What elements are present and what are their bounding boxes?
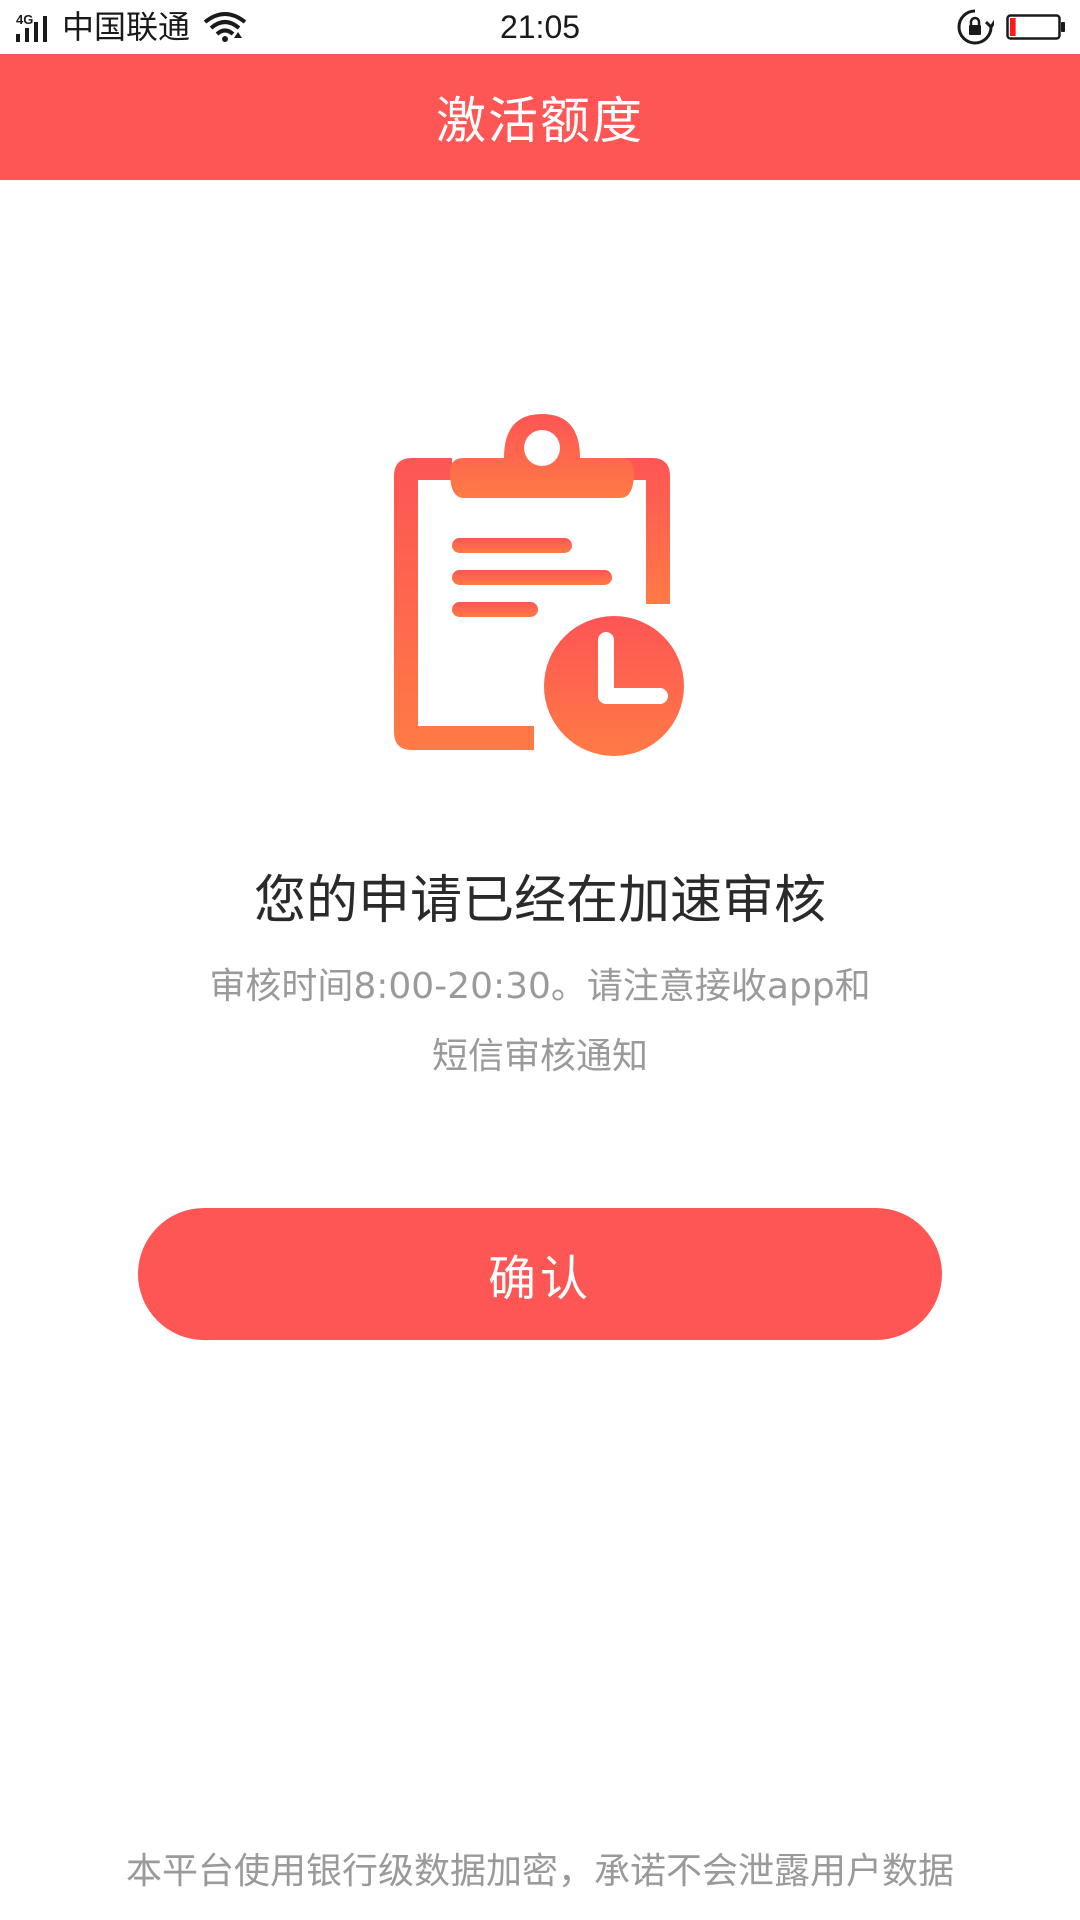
rotation-lock-icon [957,9,994,45]
security-note: 本平台使用银行级数据加密，承诺不会泄露用户数据 [125,1851,954,1892]
review-time-note: 审核时间8:00-20:30。请注意接收app和短信审核通知 [209,966,871,1077]
status-right [956,8,1066,46]
confirm-button[interactable]: 确认 [138,1208,942,1340]
header-bar: 激活额度 [0,54,1080,180]
status-bar: 4G 中国联通 21:05 [0,0,1080,54]
status-headline: 您的申请已经在加速审核 [253,871,826,931]
battery-icon [1006,14,1065,40]
page-title: 激活额度 [436,92,644,150]
clipboard-clock-icon [394,414,684,756]
status-time: 21:05 [499,9,581,45]
